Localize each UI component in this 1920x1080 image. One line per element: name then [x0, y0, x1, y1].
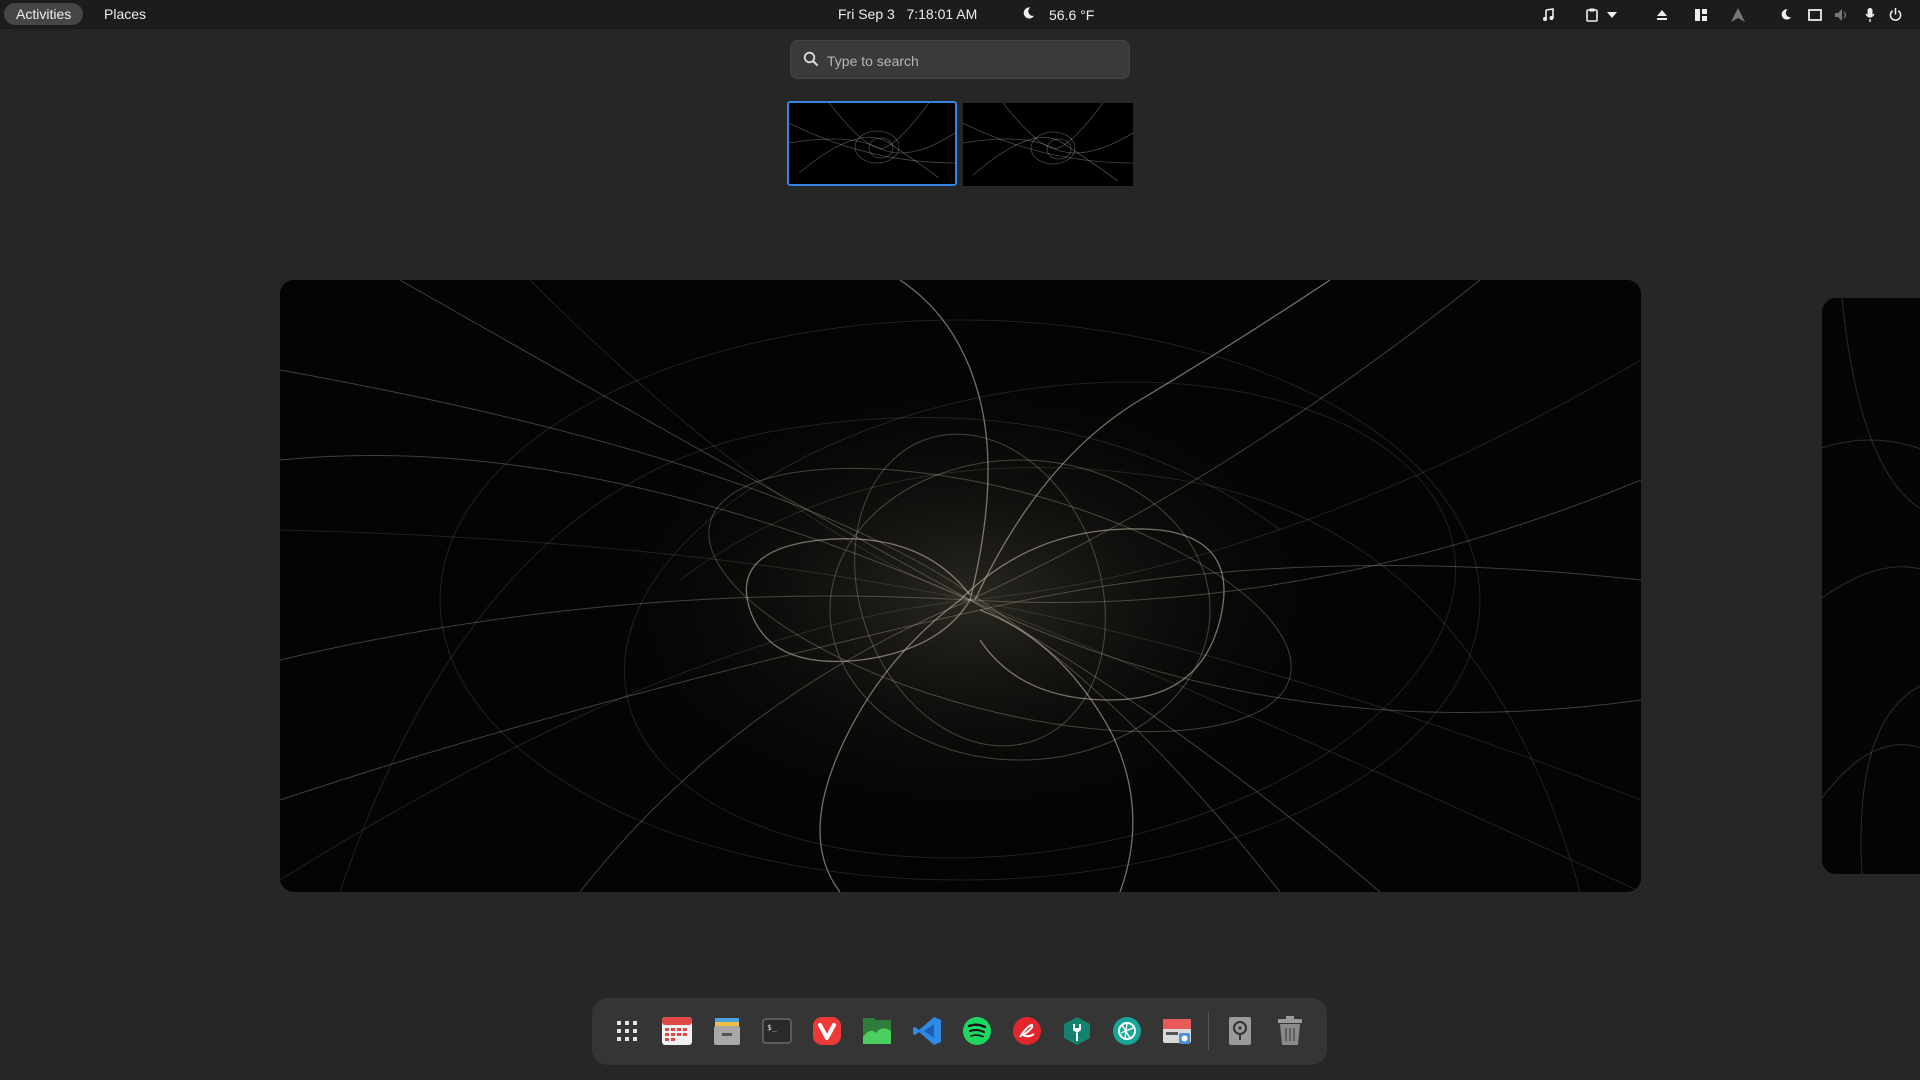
eject-icon[interactable]	[1653, 6, 1670, 23]
arch-logo-icon[interactable]	[1729, 6, 1746, 23]
wallpaper-preview	[963, 103, 1133, 182]
file-manager-launcher[interactable]	[707, 1011, 747, 1051]
acrobat-launcher[interactable]	[1007, 1011, 1047, 1051]
active-workspace[interactable]	[280, 280, 1641, 892]
terminal-launcher[interactable]: $_	[757, 1011, 797, 1051]
dash: $_	[592, 998, 1327, 1065]
image-viewer-icon	[863, 1018, 891, 1044]
desktop-wallpaper	[1822, 298, 1920, 874]
spotify-icon	[963, 1017, 991, 1045]
calendar-launcher[interactable]	[657, 1011, 697, 1051]
dev-tools-icon	[1064, 1017, 1090, 1045]
workspace-thumbnail-2[interactable]	[963, 103, 1133, 186]
volume-muted-icon[interactable]	[1833, 6, 1850, 23]
places-menu[interactable]: Places	[92, 3, 158, 25]
screen-icon[interactable]	[1806, 6, 1823, 23]
aperture-launcher[interactable]	[1107, 1011, 1147, 1051]
wallpaper-preview	[789, 103, 955, 179]
trash-icon	[1278, 1016, 1302, 1045]
spotify-launcher[interactable]	[957, 1011, 997, 1051]
aperture-app-icon	[1113, 1017, 1141, 1045]
vscode-icon	[913, 1017, 941, 1045]
night-light-icon[interactable]	[1777, 6, 1794, 23]
svg-text:$_: $_	[767, 1023, 777, 1032]
power-icon[interactable]	[1887, 6, 1904, 23]
moon-icon	[1022, 6, 1035, 23]
microphone-icon[interactable]	[1861, 6, 1878, 23]
dash-separator	[1208, 1012, 1209, 1050]
workspace-thumbnail-1[interactable]	[787, 101, 957, 186]
desktop-wallpaper	[280, 280, 1641, 892]
show-apps-icon	[617, 1021, 637, 1041]
trash-launcher[interactable]	[1270, 1011, 1310, 1051]
music-note-icon[interactable]	[1539, 6, 1556, 23]
next-workspace-preview[interactable]	[1822, 298, 1920, 874]
vivaldi-launcher[interactable]	[807, 1011, 847, 1051]
activities-button[interactable]: Activities	[4, 3, 84, 25]
search-icon	[803, 51, 819, 72]
terminal-icon: $_	[762, 1018, 792, 1044]
dropdown-arrow-icon[interactable]	[1603, 6, 1620, 23]
grid-layout-icon[interactable]	[1692, 6, 1709, 23]
search-input[interactable]	[825, 41, 1119, 80]
vscode-launcher[interactable]	[907, 1011, 947, 1051]
screenshot-app-icon	[1163, 1019, 1191, 1044]
show-apps-button[interactable]	[607, 1011, 647, 1051]
weather-indicator[interactable]: 56.6 °F	[1022, 0, 1094, 29]
disk-icon	[1229, 1017, 1251, 1045]
vivaldi-browser-icon	[813, 1017, 841, 1045]
disk-launcher[interactable]	[1220, 1011, 1260, 1051]
clipboard-icon[interactable]	[1583, 6, 1600, 23]
calendar-app-icon	[662, 1017, 692, 1045]
search-entry[interactable]	[790, 40, 1130, 80]
file-manager-icon	[714, 1018, 740, 1045]
top-panel: Activities Places Fri Sep 3 7:18:01 AM 5…	[0, 0, 1920, 29]
clock[interactable]: Fri Sep 3 7:18:01 AM	[838, 0, 977, 29]
acrobat-icon	[1013, 1017, 1041, 1045]
dev-tools-launcher[interactable]	[1057, 1011, 1097, 1051]
image-viewer-launcher[interactable]	[857, 1011, 897, 1051]
screenshot-launcher[interactable]	[1157, 1011, 1197, 1051]
weather-temperature: 56.6 °F	[1049, 6, 1095, 23]
